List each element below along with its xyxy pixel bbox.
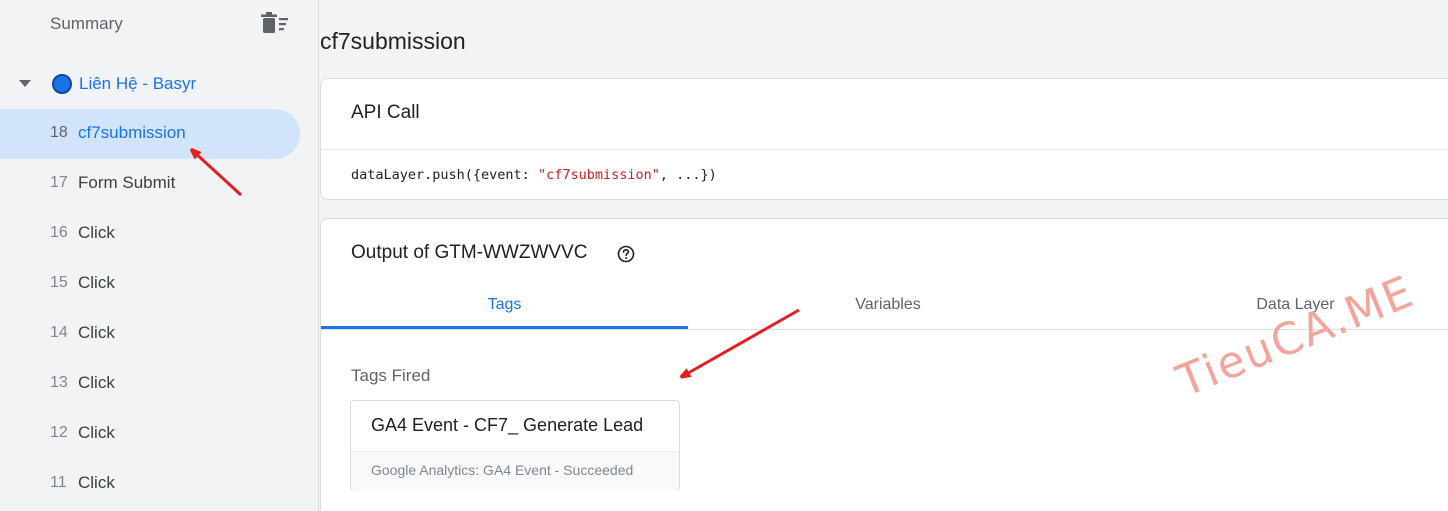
tab-tags[interactable]: Tags [321,281,688,329]
code-suffix: , ...}) [659,167,717,183]
event-name: Click [78,423,115,442]
event-item-16[interactable]: 16 Click [0,209,300,259]
fired-tag-card[interactable]: GA4 Event - CF7_ Generate Lead Google An… [350,400,680,491]
event-name: Click [78,473,115,492]
container-status-icon [52,74,72,94]
event-number: 15 [50,274,68,291]
event-number: 13 [50,374,68,391]
event-number: 16 [50,224,68,241]
event-name: Click [78,273,115,292]
event-name: Click [78,223,115,242]
caret-down-icon[interactable] [18,79,32,89]
code-event-string: "cf7submission" [537,167,660,183]
page-title: cf7submission [320,28,466,54]
api-call-card: API Call dataLayer.push({event: "cf7subm… [320,78,1448,200]
event-number: 17 [50,174,68,191]
divider [351,451,679,452]
event-number: 14 [50,324,68,341]
event-name: cf7submission [78,123,186,142]
tag-status: Google Analytics: GA4 Event - Succeeded [371,462,634,478]
event-item-15[interactable]: 15 Click [0,259,300,309]
summary-row[interactable]: Summary [0,0,318,50]
event-number: 11 [50,474,67,491]
event-item-14[interactable]: 14 Click [0,309,300,359]
sidebar-divider [318,0,319,511]
active-tab-indicator [321,326,688,329]
event-item-13[interactable]: 13 Click [0,359,300,409]
tab-variables[interactable]: Variables [688,281,1088,329]
sidebar: Summary Liên Hệ - Basyr 18 cf7submission… [0,0,318,511]
output-title: Output of GTM-WWZWVVC [351,242,588,263]
event-item-12[interactable]: 12 Click [0,409,300,459]
code-prefix: dataLayer.push({event: [351,167,538,183]
event-item-17[interactable]: 17 Form Submit [0,159,300,209]
tag-name: GA4 Event - CF7_ Generate Lead [371,415,644,435]
event-item-18[interactable]: 18 cf7submission [0,109,300,159]
api-call-title: API Call [351,102,420,123]
divider [321,149,1448,150]
summary-label: Summary [50,14,123,33]
clear-messages-icon[interactable] [261,12,289,36]
event-name: Click [78,323,115,342]
tags-fired-label: Tags Fired [351,366,431,385]
api-call-code: dataLayer.push({event: "cf7submission", … [351,167,717,183]
event-name: Click [78,373,115,392]
container-row[interactable]: Liên Hệ - Basyr [0,62,318,106]
event-number: 18 [50,124,68,141]
event-name: Form Submit [78,173,176,192]
event-number: 12 [50,424,68,441]
help-icon[interactable] [617,245,635,263]
event-item-11[interactable]: 11 Click [0,459,300,509]
container-label: Liên Hệ - Basyr [79,74,197,93]
